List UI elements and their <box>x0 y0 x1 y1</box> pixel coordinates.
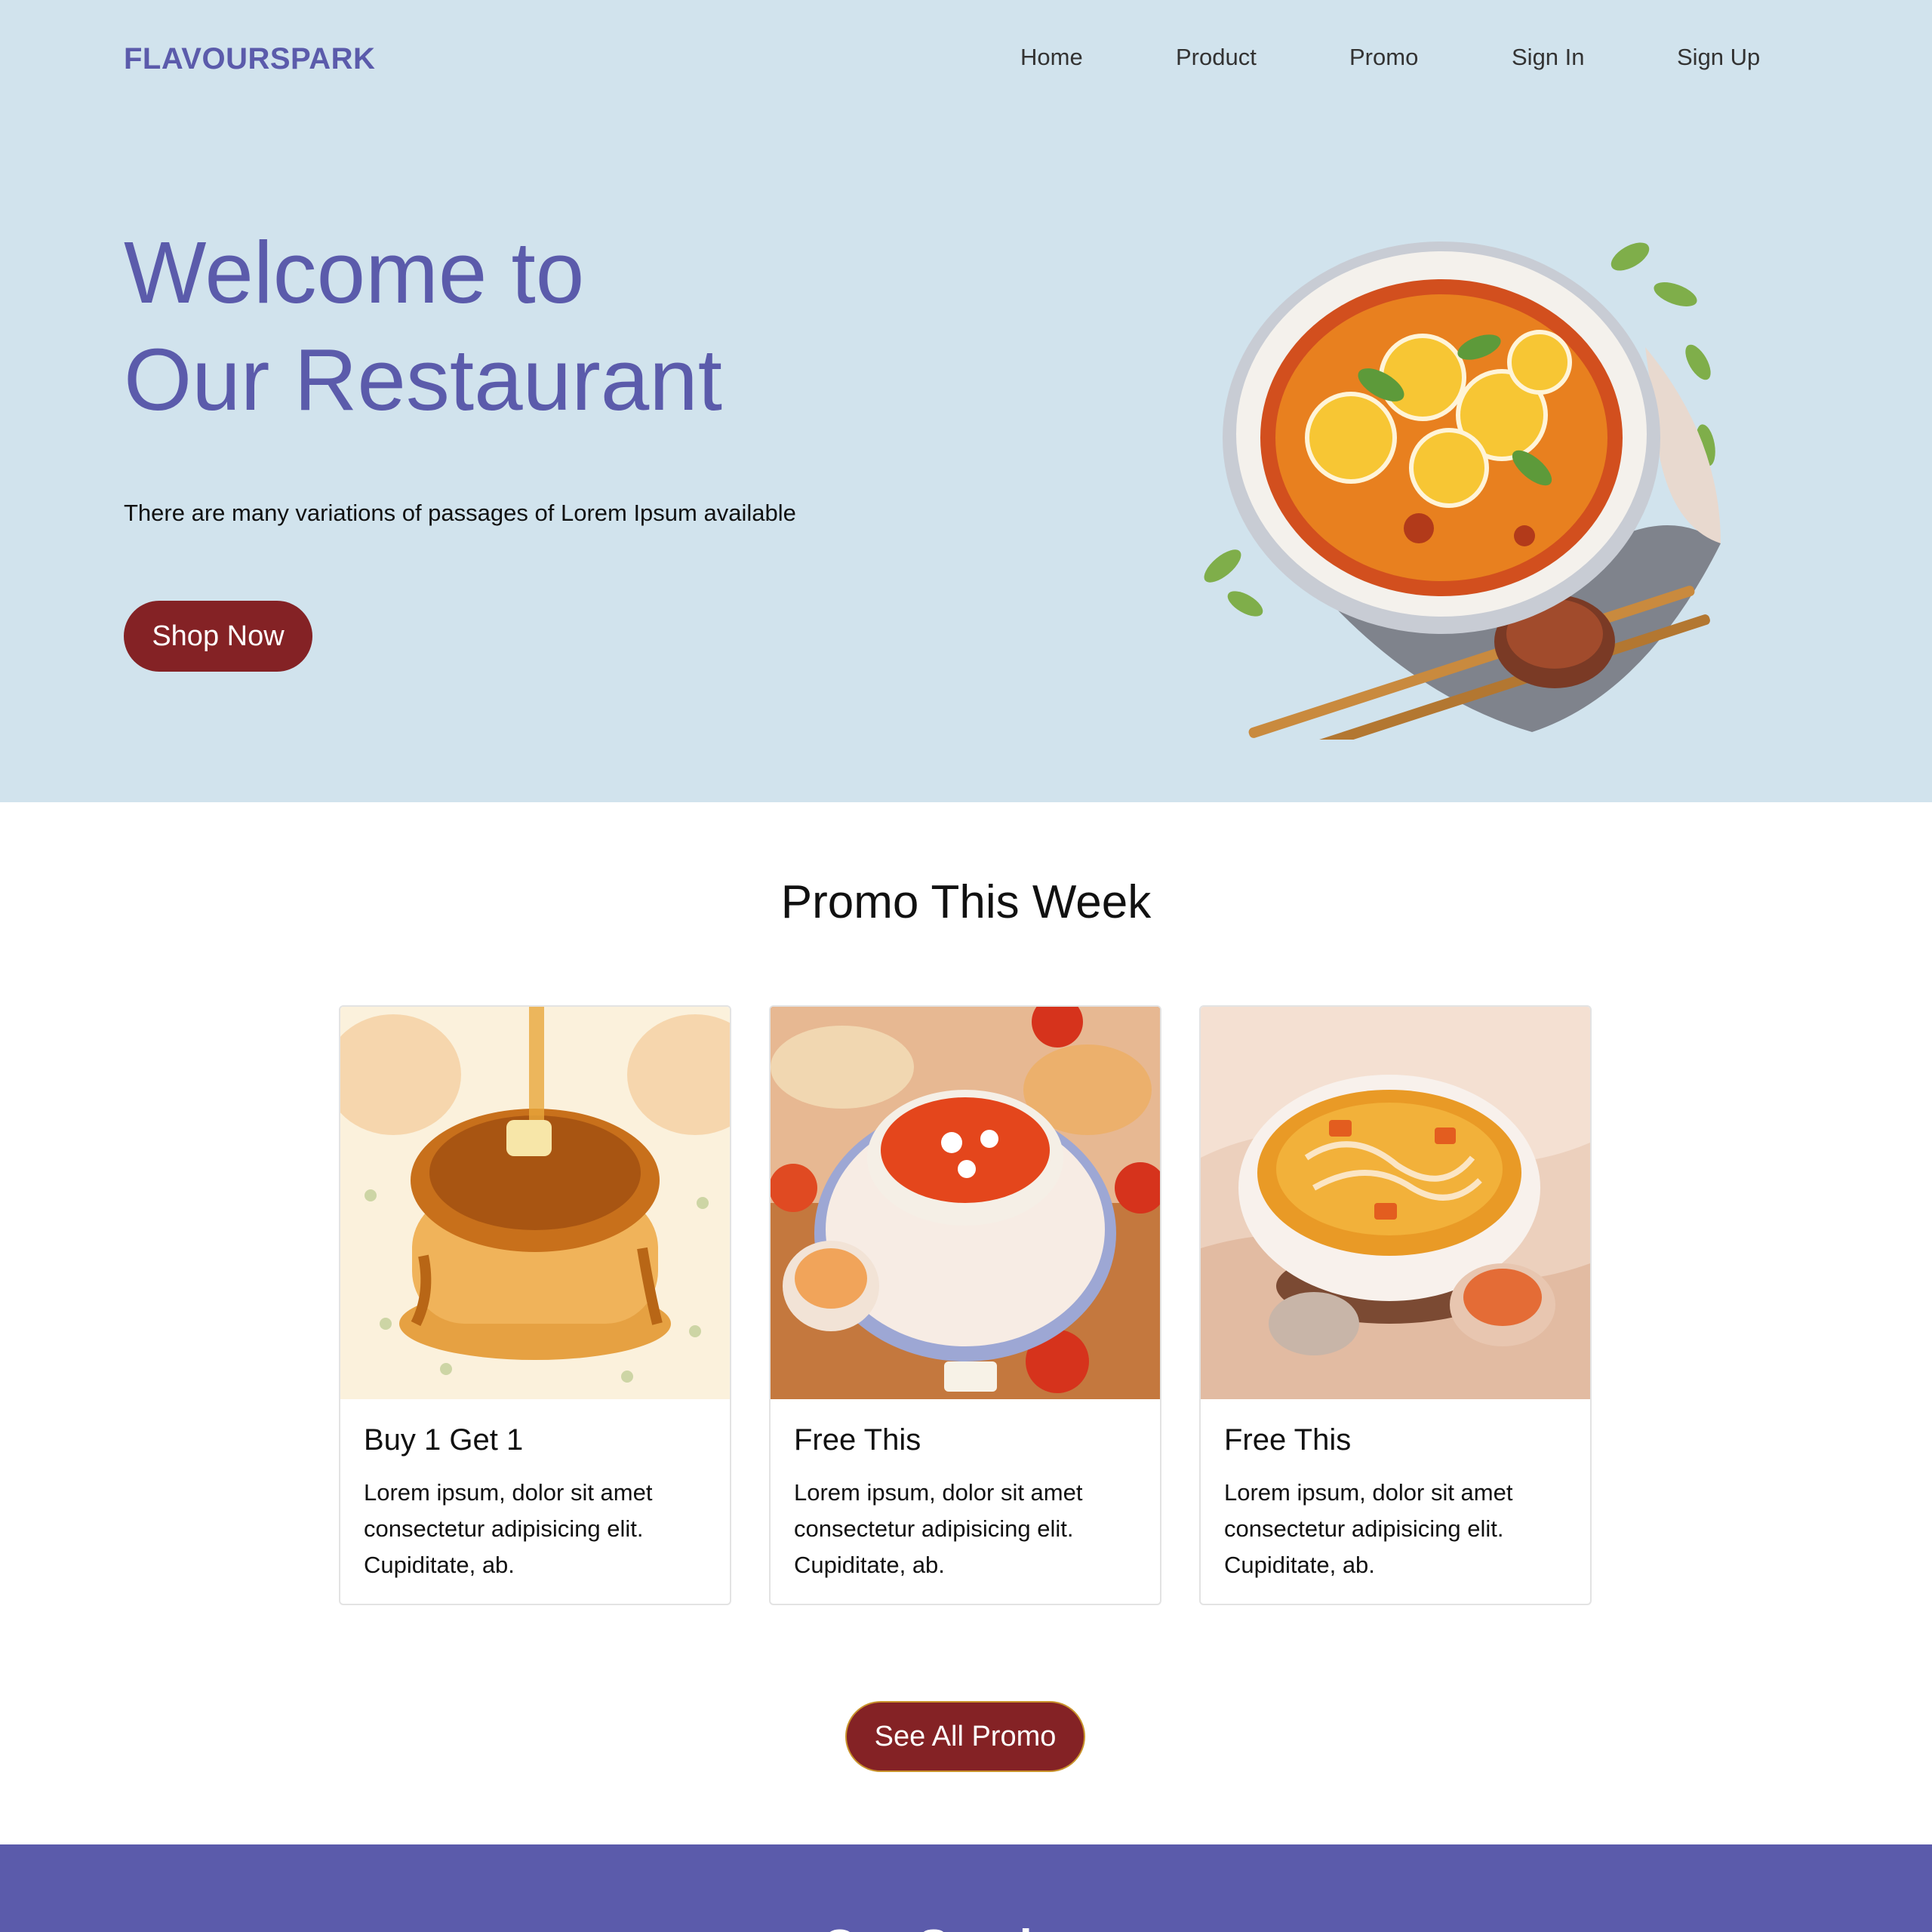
nav-product-link[interactable]: Product <box>1176 44 1257 71</box>
promo-card-title: Free This <box>1224 1423 1352 1457</box>
promo-card-text: Lorem ipsum, dolor sit amet consectetur … <box>794 1479 1083 1578</box>
nav-promo-link[interactable]: Promo <box>1349 44 1418 71</box>
promo-card[interactable]: Free This Lorem ipsum, dolor sit amet co… <box>769 1005 1161 1605</box>
hero-title: Welcome to Our Restaurant <box>124 219 954 433</box>
see-all-promo-button[interactable]: See All Promo <box>845 1701 1085 1772</box>
pancake-image <box>340 1007 730 1399</box>
promo-heading: Promo This Week <box>780 876 1152 928</box>
promo-card-title: Free This <box>794 1423 921 1457</box>
hero-soup-bowl-image <box>1204 242 1721 740</box>
nav-sign-up-link[interactable]: Sign Up <box>1677 44 1760 71</box>
hero-title-line-2: Our Restaurant <box>124 331 723 429</box>
noodle-soup-image <box>1201 1007 1590 1399</box>
brand-logo[interactable]: FLAVOURSPARK <box>124 42 375 76</box>
promo-card[interactable]: Buy 1 Get 1 Lorem ipsum, dolor sit amet … <box>339 1005 731 1605</box>
nav-home-link[interactable]: Home <box>1020 44 1083 71</box>
shop-now-button[interactable]: Shop Now <box>124 601 312 672</box>
tomato-soup-image <box>771 1007 1160 1399</box>
hero-section: FLAVOURSPARK Home Product Promo Sign In … <box>0 0 1932 802</box>
hero-subtitle: There are many variations of passages of… <box>124 500 796 526</box>
promo-card-text: Lorem ipsum, dolor sit amet consectetur … <box>1224 1479 1513 1578</box>
promo-card-text: Lorem ipsum, dolor sit amet consectetur … <box>364 1479 653 1578</box>
hero-title-line-1: Welcome to <box>124 223 585 321</box>
promo-card-title: Buy 1 Get 1 <box>364 1423 524 1457</box>
promo-card[interactable]: Free This Lorem ipsum, dolor sit amet co… <box>1199 1005 1592 1605</box>
nav-sign-in-link[interactable]: Sign In <box>1512 44 1585 71</box>
services-heading: Our Services <box>0 1920 1932 1932</box>
services-section: Our Services <box>0 1844 1932 1932</box>
